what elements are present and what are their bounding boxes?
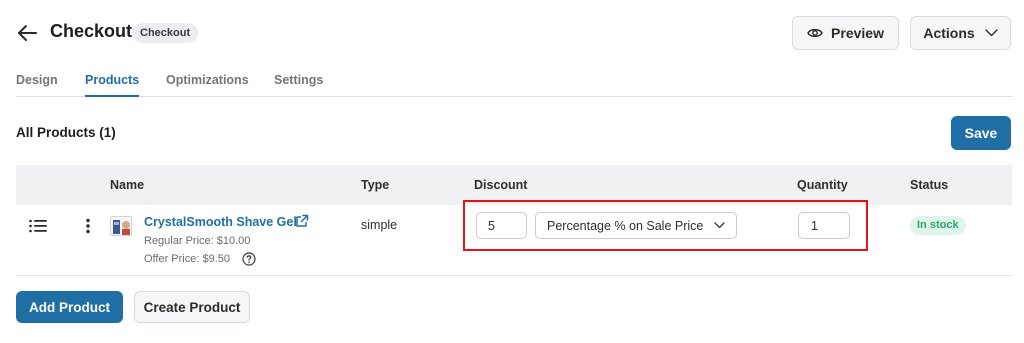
- offer-price: Offer Price: $9.50: [144, 253, 231, 265]
- column-header-quantity: Quantity: [797, 178, 848, 192]
- highlight-annotation: [463, 200, 868, 251]
- preview-label: Preview: [831, 25, 884, 41]
- save-button[interactable]: Save: [951, 116, 1011, 150]
- column-header-name: Name: [110, 178, 145, 192]
- tab-design[interactable]: Design: [16, 73, 58, 97]
- column-header-type: Type: [361, 178, 390, 192]
- tab-bar: Design Products Optimizations Settings: [16, 66, 1012, 97]
- page-type-badge: Checkout: [132, 23, 199, 43]
- tab-optimizations[interactable]: Optimizations: [166, 73, 249, 97]
- product-name-link[interactable]: CrystalSmooth Shave Gel: [144, 215, 297, 229]
- table-header: Name Type Discount Quantity Status: [16, 165, 1012, 205]
- tab-products[interactable]: Products: [85, 73, 140, 97]
- back-arrow-icon[interactable]: [16, 22, 38, 44]
- question-circle-icon[interactable]: [242, 252, 256, 266]
- create-product-button[interactable]: Create Product: [134, 291, 250, 323]
- regular-price: Regular Price: $10.00: [144, 235, 251, 247]
- drag-handle-icon[interactable]: [29, 218, 47, 234]
- product-thumbnail: [110, 216, 132, 236]
- kebab-menu-icon[interactable]: [84, 218, 92, 234]
- chevron-down-icon: [984, 29, 998, 37]
- page-title: Checkout: [50, 21, 133, 41]
- eye-icon: [807, 28, 823, 38]
- actions-dropdown-button[interactable]: Actions: [910, 16, 1011, 50]
- add-product-button[interactable]: Add Product: [16, 291, 123, 323]
- external-link-icon[interactable]: [295, 214, 309, 228]
- column-header-discount: Discount: [474, 178, 528, 192]
- column-header-status: Status: [910, 178, 949, 192]
- tab-settings[interactable]: Settings: [274, 73, 323, 97]
- preview-button[interactable]: Preview: [792, 16, 899, 50]
- product-type: simple: [361, 218, 398, 232]
- actions-label: Actions: [923, 25, 975, 41]
- row-divider: [16, 275, 1012, 276]
- status-badge: In stock: [910, 216, 966, 235]
- section-title: All Products (1): [16, 125, 116, 140]
